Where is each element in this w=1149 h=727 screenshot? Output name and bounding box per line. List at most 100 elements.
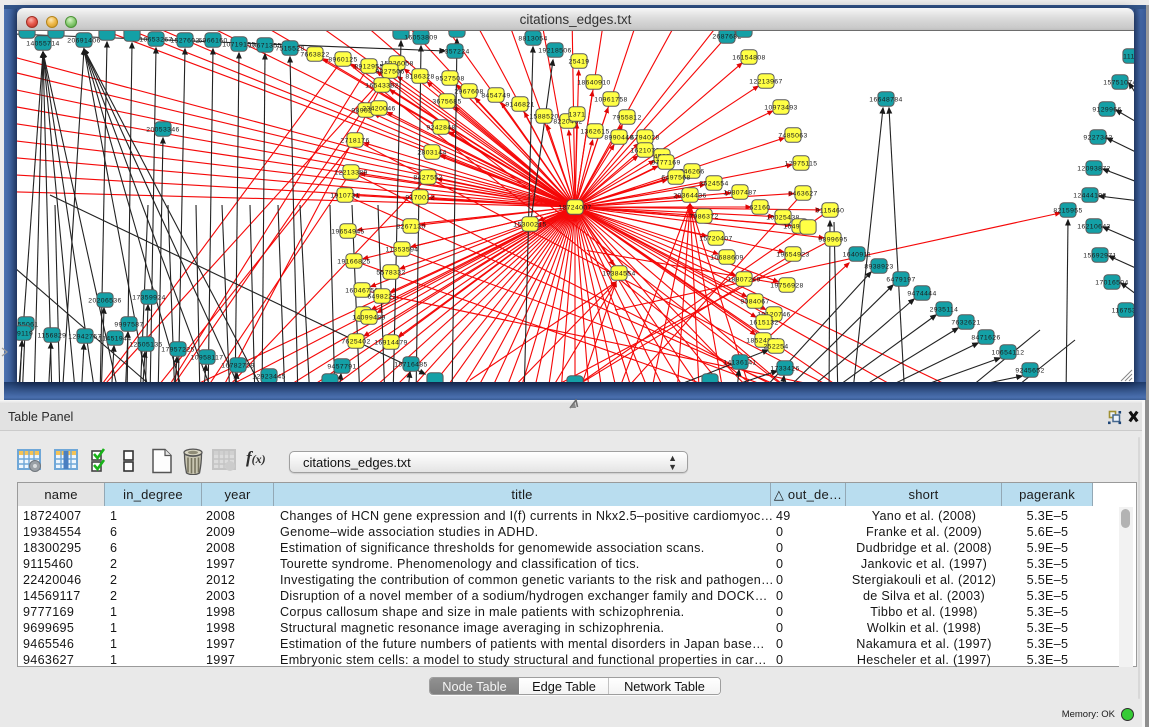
svg-text:12975115: 12975115 xyxy=(785,160,818,167)
svg-text:9245652: 9245652 xyxy=(1015,367,1044,374)
svg-text:6794028: 6794028 xyxy=(630,134,659,141)
svg-text:8186328: 8186328 xyxy=(405,73,434,80)
svg-text:8215955: 8215955 xyxy=(1053,207,1082,214)
svg-text:8471626: 8471626 xyxy=(971,334,1000,341)
svg-text:8427552: 8427552 xyxy=(413,174,442,181)
svg-text:2718176: 2718176 xyxy=(340,137,369,144)
svg-text:19218506: 19218506 xyxy=(538,47,571,54)
svg-text:9827506: 9827506 xyxy=(375,68,404,75)
svg-text:1156829: 1156829 xyxy=(38,332,67,339)
svg-text:19756928: 19756928 xyxy=(770,282,803,289)
svg-text:15720407: 15720407 xyxy=(699,235,732,242)
svg-text:6498222: 6498222 xyxy=(367,293,396,300)
svg-text:7357224: 7357224 xyxy=(440,48,469,55)
svg-text:16210643: 16210643 xyxy=(1077,223,1110,230)
svg-text:18724007: 18724007 xyxy=(558,204,591,211)
svg-text:7955812: 7955812 xyxy=(612,114,641,121)
svg-text:10961758: 10961758 xyxy=(594,96,627,103)
svg-text:3624554: 3624554 xyxy=(699,180,728,187)
svg-text:16914479: 16914479 xyxy=(374,339,407,346)
svg-text:7632621: 7632621 xyxy=(951,319,980,326)
svg-text:1371: 1371 xyxy=(569,111,586,118)
svg-text:9463627: 9463627 xyxy=(788,190,817,197)
svg-text:9527508: 9527508 xyxy=(435,75,464,82)
svg-text:20364436: 20364436 xyxy=(673,192,706,199)
svg-text:23420046: 23420046 xyxy=(362,105,395,112)
svg-text:15751074: 15751074 xyxy=(1103,79,1134,86)
svg-text:7625402: 7625402 xyxy=(341,338,370,345)
svg-text:18807249: 18807249 xyxy=(727,276,760,283)
svg-text:1615132: 1615132 xyxy=(749,319,778,326)
svg-text:9474444: 9474444 xyxy=(907,290,936,297)
svg-text:12213967: 12213967 xyxy=(749,78,782,85)
svg-text:17957225: 17957225 xyxy=(161,346,194,353)
svg-text:25419: 25419 xyxy=(569,58,590,65)
svg-text:12923445: 12923445 xyxy=(252,373,285,380)
svg-text:16543382: 16543382 xyxy=(365,82,398,89)
svg-text:20691406: 20691406 xyxy=(67,37,100,44)
svg-text:6479197: 6479197 xyxy=(886,276,915,283)
svg-text:11353594: 11353594 xyxy=(386,246,419,253)
svg-text:10654112: 10654112 xyxy=(992,349,1025,356)
svg-text:2935114: 2935114 xyxy=(930,306,959,313)
svg-text:14099489: 14099489 xyxy=(352,314,385,321)
svg-text:12093872: 12093872 xyxy=(1077,165,1110,172)
svg-text:10688609: 10688609 xyxy=(710,254,743,261)
svg-text:8960125: 8960125 xyxy=(328,56,357,63)
svg-text:62160: 62160 xyxy=(750,204,771,211)
svg-text:19166825: 19166825 xyxy=(337,258,370,265)
svg-text:8454749: 8454749 xyxy=(481,92,510,99)
svg-text:16154808: 16154808 xyxy=(732,54,765,61)
svg-text:2803144: 2803144 xyxy=(417,149,446,156)
svg-text:12444193: 12444193 xyxy=(1073,192,1106,199)
svg-text:8813054: 8813054 xyxy=(518,35,547,42)
svg-text:3675685: 3675685 xyxy=(432,98,461,105)
svg-text:9115460: 9115460 xyxy=(816,207,845,214)
svg-text:7986372: 7986372 xyxy=(689,213,718,220)
svg-text:2967608: 2967608 xyxy=(454,88,483,95)
svg-text:17359924: 17359924 xyxy=(132,294,165,301)
svg-text:9170012: 9170012 xyxy=(405,194,434,201)
svg-text:15692971: 15692971 xyxy=(1083,252,1116,259)
svg-text:18640910: 18640910 xyxy=(577,79,610,86)
svg-text:9084067: 9084067 xyxy=(740,298,769,305)
svg-text:9242848: 9242848 xyxy=(426,124,455,131)
svg-text:1910731: 1910731 xyxy=(330,192,359,199)
svg-text:9146821: 9146821 xyxy=(505,101,534,108)
svg-text:20206536: 20206536 xyxy=(88,297,121,304)
svg-text:15716485: 15716485 xyxy=(394,361,427,368)
svg-text:6497568: 6497568 xyxy=(661,174,690,181)
svg-text:19654923: 19654923 xyxy=(776,251,809,258)
svg-text:7663822: 7663822 xyxy=(300,51,329,58)
svg-text:8990448: 8990448 xyxy=(604,134,633,141)
svg-text:11451944: 11451944 xyxy=(99,335,132,342)
svg-text:14055714: 14055714 xyxy=(26,40,59,47)
svg-text:9457791: 9457791 xyxy=(327,363,356,370)
svg-text:9227342: 9227342 xyxy=(1083,134,1112,141)
svg-text:14136141: 14136141 xyxy=(723,359,756,366)
svg-text:16053809: 16053809 xyxy=(404,34,437,41)
svg-text:8267130: 8267130 xyxy=(396,223,425,230)
svg-text:12942757: 12942757 xyxy=(68,333,101,340)
svg-text:12505135: 12505135 xyxy=(129,341,162,348)
svg-text:5578332: 5578332 xyxy=(376,269,405,276)
svg-text:15300215: 15300215 xyxy=(513,221,546,228)
svg-text:8938923: 8938923 xyxy=(864,263,893,270)
svg-text:252254: 252254 xyxy=(763,343,788,350)
svg-text:10807487: 10807487 xyxy=(723,189,756,196)
svg-text:1112: 1112 xyxy=(1123,53,1134,60)
svg-text:1733426: 1733426 xyxy=(770,365,799,372)
svg-text:7485063: 7485063 xyxy=(778,132,807,139)
svg-text:20053346: 20053346 xyxy=(146,126,179,133)
svg-text:19654945: 19654945 xyxy=(331,228,364,235)
svg-text:9997587: 9997587 xyxy=(114,321,143,328)
svg-text:39119: 39119 xyxy=(17,330,33,337)
svg-text:1527602: 1527602 xyxy=(170,37,199,44)
svg-text:9777169: 9777169 xyxy=(651,159,680,166)
svg-text:10973493: 10973493 xyxy=(764,104,797,111)
svg-text:12213389: 12213389 xyxy=(334,169,367,176)
svg-text:10958117: 10958117 xyxy=(191,354,224,361)
svg-text:17016504: 17016504 xyxy=(1095,279,1128,286)
svg-text:1167534: 1167534 xyxy=(1112,307,1134,314)
svg-text:19384554: 19384554 xyxy=(602,270,635,277)
